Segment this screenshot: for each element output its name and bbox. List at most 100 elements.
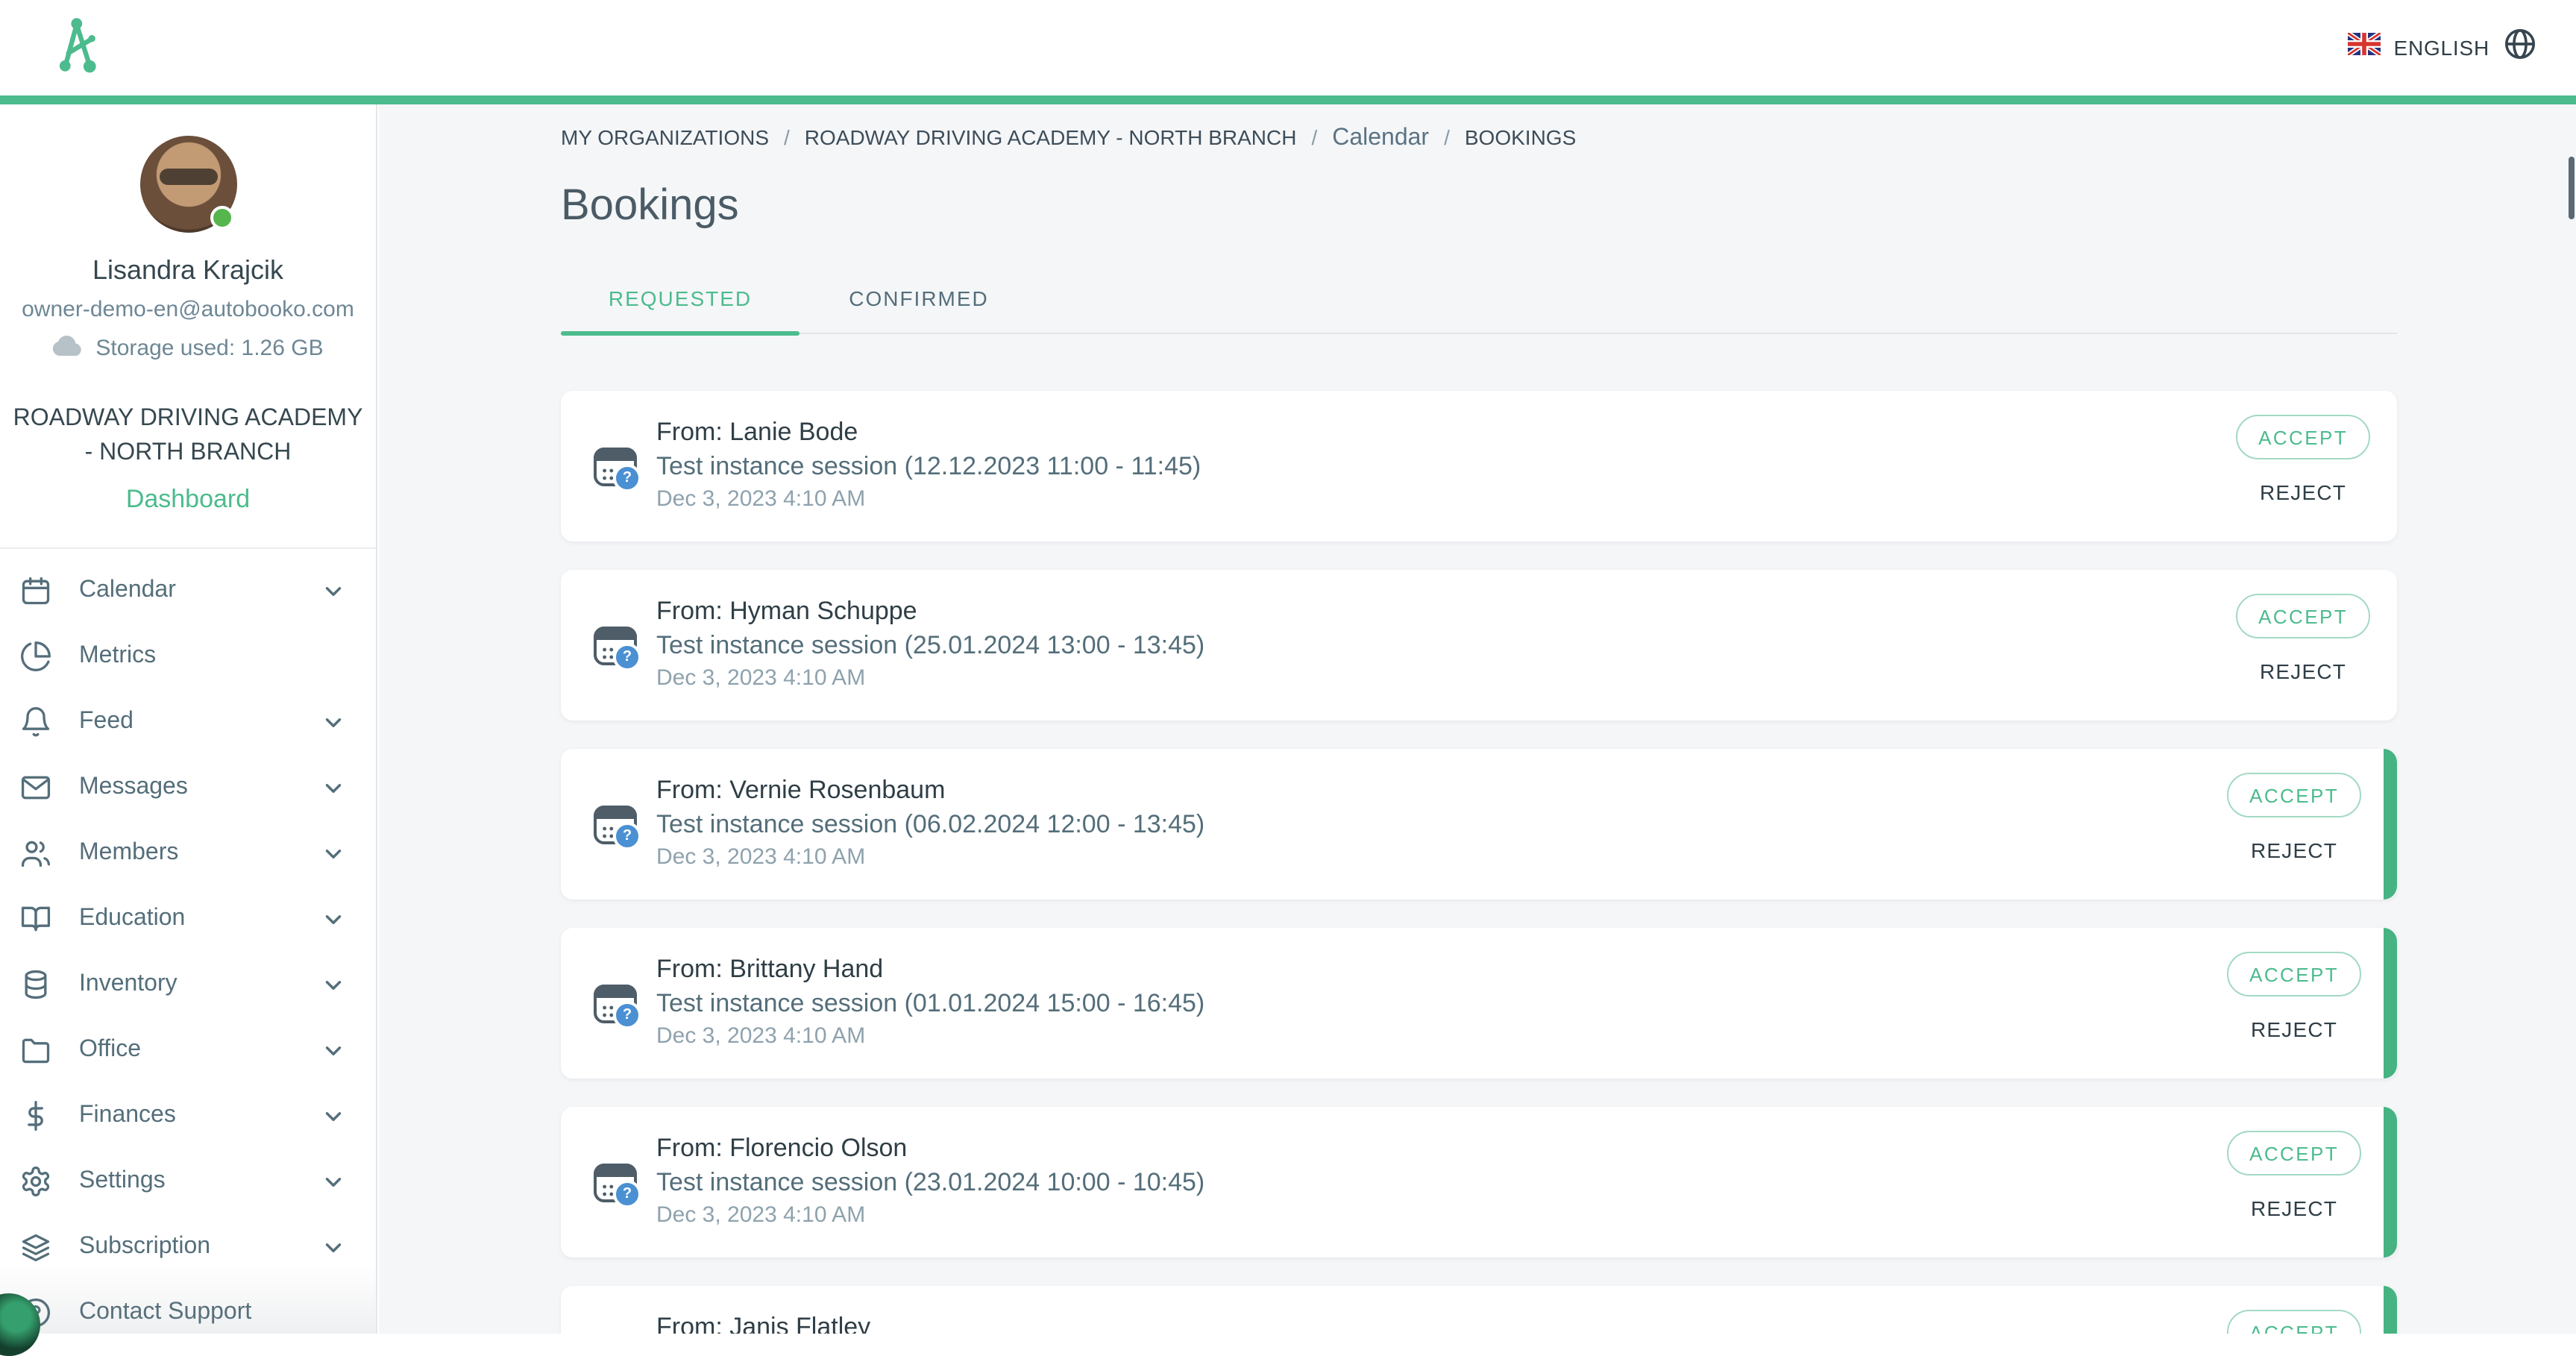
breadcrumb-item-roadway-driving-academy-north-branch[interactable]: ROADWAY DRIVING ACADEMY - NORTH BRANCH: [805, 125, 1297, 149]
booking-request-icon: [594, 984, 637, 1023]
sidebar-item-messages[interactable]: Messages: [0, 755, 376, 820]
booking-created-at: Dec 3, 2023 4:10 AM: [656, 841, 2227, 874]
booking-session: Test instance session (25.01.2024 13:00 …: [656, 628, 2236, 662]
bell-icon: [18, 704, 54, 740]
chevron-down-icon: [321, 906, 346, 932]
organization-name: ROADWAY DRIVING ACADEMY - NORTH BRANCH: [0, 401, 376, 470]
accept-button[interactable]: ACCEPT: [2227, 1310, 2361, 1334]
booking-from: From: Florencio Olson: [656, 1132, 2227, 1165]
storage-usage: Storage used: 1.26 GB: [0, 334, 376, 362]
booking-card[interactable]: From: Hyman Schuppe Test instance sessio…: [561, 570, 2397, 721]
bookings-list: From: Lanie Bode Test instance session (…: [561, 391, 2397, 1334]
user-email: owner-demo-en@autobooko.com: [0, 297, 376, 322]
question-badge-icon: [613, 821, 641, 850]
reject-button[interactable]: REJECT: [2242, 837, 2346, 864]
sidebar-item-label: Metrics: [79, 643, 321, 670]
sidebar-item-settings[interactable]: Settings: [0, 1149, 376, 1214]
booking-card[interactable]: From: Brittany Hand Test instance sessio…: [561, 928, 2397, 1079]
user-name: Lisandra Krajcik: [0, 255, 376, 286]
layers-icon: [18, 1229, 54, 1265]
reject-button[interactable]: REJECT: [2242, 1016, 2346, 1043]
app-root: ENGLISH Lisandra Krajcik owner-demo-en@a…: [0, 0, 2576, 1334]
sidebar-item-members[interactable]: Members: [0, 820, 376, 886]
tab-requested[interactable]: REQUESTED: [561, 267, 799, 333]
sidebar: Lisandra Krajcik owner-demo-en@autobooko…: [0, 104, 377, 1334]
booking-card[interactable]: From: Janis Flatley Test instance sessio…: [561, 1286, 2397, 1334]
booking-from: From: Vernie Rosenbaum: [656, 774, 2227, 807]
booking-session: Test instance session (06.02.2024 12:00 …: [656, 807, 2227, 841]
sidebar-item-feed[interactable]: Feed: [0, 689, 376, 755]
accept-button[interactable]: ACCEPT: [2236, 594, 2370, 638]
brand-accent-bar: [0, 95, 2576, 104]
sidebar-item-label: Feed: [79, 709, 321, 735]
scrollbar-thumb[interactable]: [2569, 157, 2575, 219]
sidebar-item-contact-support[interactable]: Contact Support: [0, 1280, 376, 1346]
chevron-down-icon: [321, 578, 346, 603]
reject-button[interactable]: REJECT: [2251, 658, 2355, 685]
sidebar-item-education[interactable]: Education: [0, 886, 376, 952]
chevron-down-icon: [321, 1234, 346, 1260]
booking-created-at: Dec 3, 2023 4:10 AM: [656, 483, 2236, 516]
chevron-down-icon: [321, 1103, 346, 1129]
accept-button[interactable]: ACCEPT: [2227, 952, 2361, 996]
chevron-down-icon: [321, 841, 346, 866]
sidebar-item-metrics[interactable]: Metrics: [0, 624, 376, 689]
reject-button[interactable]: REJECT: [2242, 1195, 2346, 1222]
chevron-down-icon: [321, 1038, 346, 1063]
breadcrumb-item-bookings[interactable]: BOOKINGS: [1465, 125, 1576, 149]
sidebar-item-label: Contact Support: [79, 1299, 321, 1326]
booking-from: From: Janis Flatley: [656, 1311, 2227, 1334]
booking-request-icon: [594, 1163, 637, 1202]
booking-session: Test instance session (23.01.2024 10:00 …: [656, 1165, 2227, 1199]
chevron-down-icon: [321, 709, 346, 735]
folder-icon: [18, 1032, 54, 1068]
booking-from: From: Hyman Schuppe: [656, 595, 2236, 628]
language-selector[interactable]: ENGLISH: [2347, 27, 2537, 69]
sidebar-item-finances[interactable]: Finances: [0, 1083, 376, 1149]
question-badge-icon: [613, 463, 641, 492]
uk-flag-icon: [2347, 33, 2380, 63]
online-status-dot: [210, 206, 233, 230]
book-icon: [18, 901, 54, 937]
sidebar-item-subscription[interactable]: Subscription: [0, 1214, 376, 1280]
sidebar-item-label: Messages: [79, 774, 321, 801]
top-bar: ENGLISH: [0, 0, 2576, 95]
reject-button[interactable]: REJECT: [2251, 479, 2355, 506]
gear-icon: [18, 1164, 54, 1199]
booking-created-at: Dec 3, 2023 4:10 AM: [656, 1020, 2227, 1053]
chevron-down-icon: [321, 775, 346, 800]
metrics-icon: [18, 638, 54, 674]
accept-button[interactable]: ACCEPT: [2236, 415, 2370, 459]
breadcrumb-item-my-organizations[interactable]: MY ORGANIZATIONS: [561, 125, 769, 149]
page-title: Bookings: [561, 182, 2397, 231]
sidebar-item-label: Settings: [79, 1168, 321, 1195]
booking-from: From: Brittany Hand: [656, 953, 2227, 986]
sidebar-item-label: Finances: [79, 1102, 321, 1129]
tab-confirmed[interactable]: CONFIRMED: [799, 267, 1038, 333]
booking-request-icon: [594, 447, 637, 486]
globe-icon: [2503, 27, 2537, 69]
sidebar-item-inventory[interactable]: Inventory: [0, 952, 376, 1017]
sidebar-item-label: Members: [79, 840, 321, 867]
language-label: ENGLISH: [2393, 36, 2489, 60]
question-badge-icon: [613, 1179, 641, 1208]
dashboard-link[interactable]: Dashboard: [0, 485, 376, 515]
sidebar-item-label: Office: [79, 1037, 321, 1064]
breadcrumb-separator: /: [1296, 125, 1332, 149]
storage-label: Storage used: 1.26 GB: [95, 336, 323, 361]
booking-session: Test instance session (12.12.2023 11:00 …: [656, 449, 2236, 483]
booking-card[interactable]: From: Vernie Rosenbaum Test instance ses…: [561, 749, 2397, 900]
booking-card[interactable]: From: Florencio Olson Test instance sess…: [561, 1107, 2397, 1258]
booking-card[interactable]: From: Lanie Bode Test instance session (…: [561, 391, 2397, 542]
breadcrumb-separator: /: [1429, 125, 1465, 149]
avatar[interactable]: [139, 136, 236, 233]
app-logo-icon[interactable]: [54, 14, 101, 81]
calendar-icon: [18, 573, 54, 609]
breadcrumb-item-calendar[interactable]: Calendar: [1332, 125, 1429, 152]
booking-from: From: Lanie Bode: [656, 416, 2236, 449]
accept-button[interactable]: ACCEPT: [2227, 1131, 2361, 1175]
sidebar-item-calendar[interactable]: Calendar: [0, 558, 376, 624]
sidebar-item-office[interactable]: Office: [0, 1017, 376, 1083]
accept-button[interactable]: ACCEPT: [2227, 773, 2361, 817]
question-badge-icon: [613, 1000, 641, 1029]
